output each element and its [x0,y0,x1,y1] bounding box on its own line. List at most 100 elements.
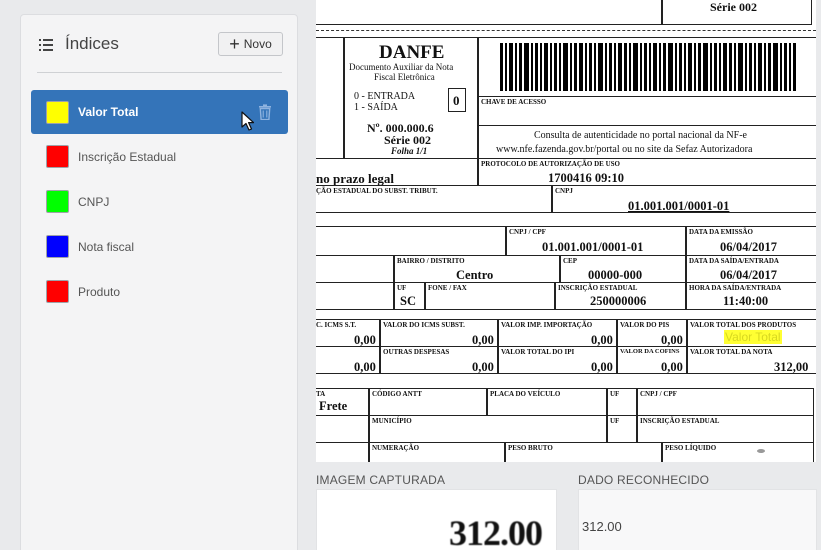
bruto-label: PESO BRUTO [508,444,553,452]
list-icon [39,39,53,51]
protocolo-label: PROTOCOLO DE AUTORIZAÇÃO DE USO [481,160,620,168]
entrada-text: 0 - ENTRADA [354,91,416,102]
uf-value: SC [400,294,416,308]
fone-label: FONE / FAX [428,284,467,292]
color-swatch [46,100,69,124]
imp-label: VALOR IMP. IMPORTAÇÃO [501,321,593,329]
captured-image-title: IMAGEM CAPTURADA [316,473,446,487]
index-item-label: Valor Total [78,105,139,119]
uf-label: UF [397,284,407,292]
consulta-url: www.nfe.fazenda.gov.br/portal ou no site… [496,144,753,155]
protocolo-value: 1700416 09:10 [548,171,625,185]
cnpj-cpf-value: 01.001.001/0001-01 [542,240,644,254]
total-value: 312,00 [774,360,809,374]
mouse-cursor-icon [241,111,255,131]
index-item-cnpj[interactable]: CNPJ [31,179,288,224]
doc-serie-top: Série 002 [710,0,757,14]
recognized-data-title: DADO RECONHECIDO [578,473,710,487]
bairro-label: BAIRRO / DISTRITO [397,257,465,265]
folha-text: Folha 1/1 [391,146,428,156]
saida-label: DATA DA SAÍDA/ENTRADA [689,257,779,265]
emissao-label: DATA DA EMISSÃO [689,228,753,236]
frete-value: Frete [319,399,348,413]
valor-total-highlight[interactable]: Valor Total [724,330,782,344]
ie-label: INSCRIÇÃO ESTADUAL [558,284,638,292]
pis-label: VALOR DO PIS [620,321,670,329]
captured-image-value: 312.00 [449,513,543,550]
tipo-value: 0 [453,93,460,108]
color-swatch [46,235,69,258]
row2-first-value: 0,00 [354,360,376,374]
index-item-inscricao-estadual[interactable]: Inscrição Estadual [31,134,288,179]
index-item-valor-total[interactable]: Valor Total [31,90,288,134]
municipio-label: MUNICÍPIO [372,417,412,425]
cnpj2-label: CNPJ / CPF [640,390,677,398]
cofins-label: VALOR DA COFINS [620,348,680,355]
numeracao-label: NUMERAÇÃO [372,444,420,452]
ipi-label: VALOR TOTAL DO IPI [501,348,575,356]
emissao-value: 06/04/2017 [720,240,777,254]
captured-image-box: 312.00 [316,489,557,550]
color-swatch [46,190,69,213]
icms-subst-label: VALOR DO ICMS SUBST. [383,321,465,329]
danfe-subtitle: Fiscal Eletrônica [374,72,435,82]
app-window: Índices + Novo Valor Total Inscrição Est… [0,0,821,550]
index-item-label: Produto [78,284,121,299]
panel-title: Índices [65,34,119,53]
saida-text: 1 - SAÍDA [354,102,398,113]
placa-label: PLACA DO VEÍCULO [490,390,561,398]
cep-label: CEP [563,257,577,265]
subst-label: ÇÃO ESTADUAL DO SUBST. TRIBUT. [316,187,438,195]
scroll-dot [757,449,765,453]
cnpj-value: 01.001.001/0001-01 [628,199,730,213]
total-label: VALOR TOTAL DA NOTA [690,348,773,356]
index-item-nota-fiscal[interactable]: Nota fiscal [31,224,288,269]
hora-label: HORA DA SAÍDA/ENTRADA [689,284,782,292]
hora-value: 11:40:00 [723,294,769,308]
doc-box [316,415,369,443]
doc-box [316,226,506,256]
danfe-subtitle: Documento Auxiliar da Nota [349,62,454,72]
trash-icon[interactable] [258,104,272,120]
bairro-value: Centro [456,268,494,282]
consulta-text: Consulta de autenticidade no portal naci… [534,130,747,141]
ipi-value: 0,00 [591,360,613,374]
document-preview[interactable]: Série 002 DANFE Documento Auxiliar da No… [316,0,816,462]
doc-box [316,37,344,159]
outras-label: OUTRAS DESPESAS [383,348,450,356]
new-button-label: Novo [243,37,272,51]
doc-box [316,442,369,462]
doc-box [316,282,394,310]
doc-box [316,255,394,283]
barcode-image [500,43,796,91]
index-item-label: Inscrição Estadual [78,149,177,164]
index-item-produto[interactable]: Produto [31,269,288,314]
saida-value: 06/04/2017 [720,268,777,282]
liquido-label: PESO LÍQUIDO [665,444,717,452]
outras-value: 0,00 [472,360,494,374]
cut-line [316,30,816,31]
icms-st-label: C. ICMS S.T. [316,321,357,329]
uf3-label: UF [610,417,620,425]
cep-value: 00000-000 [588,268,643,282]
index-list: Valor Total Inscrição Estadual CNPJ Nota… [31,90,288,314]
cnpj-cpf-label: CNPJ / CPF [509,228,546,236]
ie2-label: INSCRIÇÃO ESTADUAL [640,417,720,425]
color-swatch [46,145,69,168]
cnpj-label: CNPJ [555,187,573,195]
doc-box [316,0,662,25]
produtos-label: VALOR TOTAL DOS PRODUTOS [690,321,797,329]
color-swatch [46,280,69,303]
index-item-label: Nota fiscal [78,239,135,254]
cofins-value: 0,00 [661,360,683,374]
chave-label: CHAVE DE ACESSO [481,98,547,106]
panel-header: Índices + Novo [37,31,283,61]
recognized-data-box[interactable]: 312.00 [578,489,817,550]
new-index-button[interactable]: + Novo [218,32,283,56]
uf2-label: UF [610,390,620,398]
divider [37,72,282,73]
recognized-data-value: 312.00 [582,519,622,534]
frete-label: TA [316,390,326,398]
index-item-label: CNPJ [78,194,110,209]
plus-icon: + [229,33,240,54]
